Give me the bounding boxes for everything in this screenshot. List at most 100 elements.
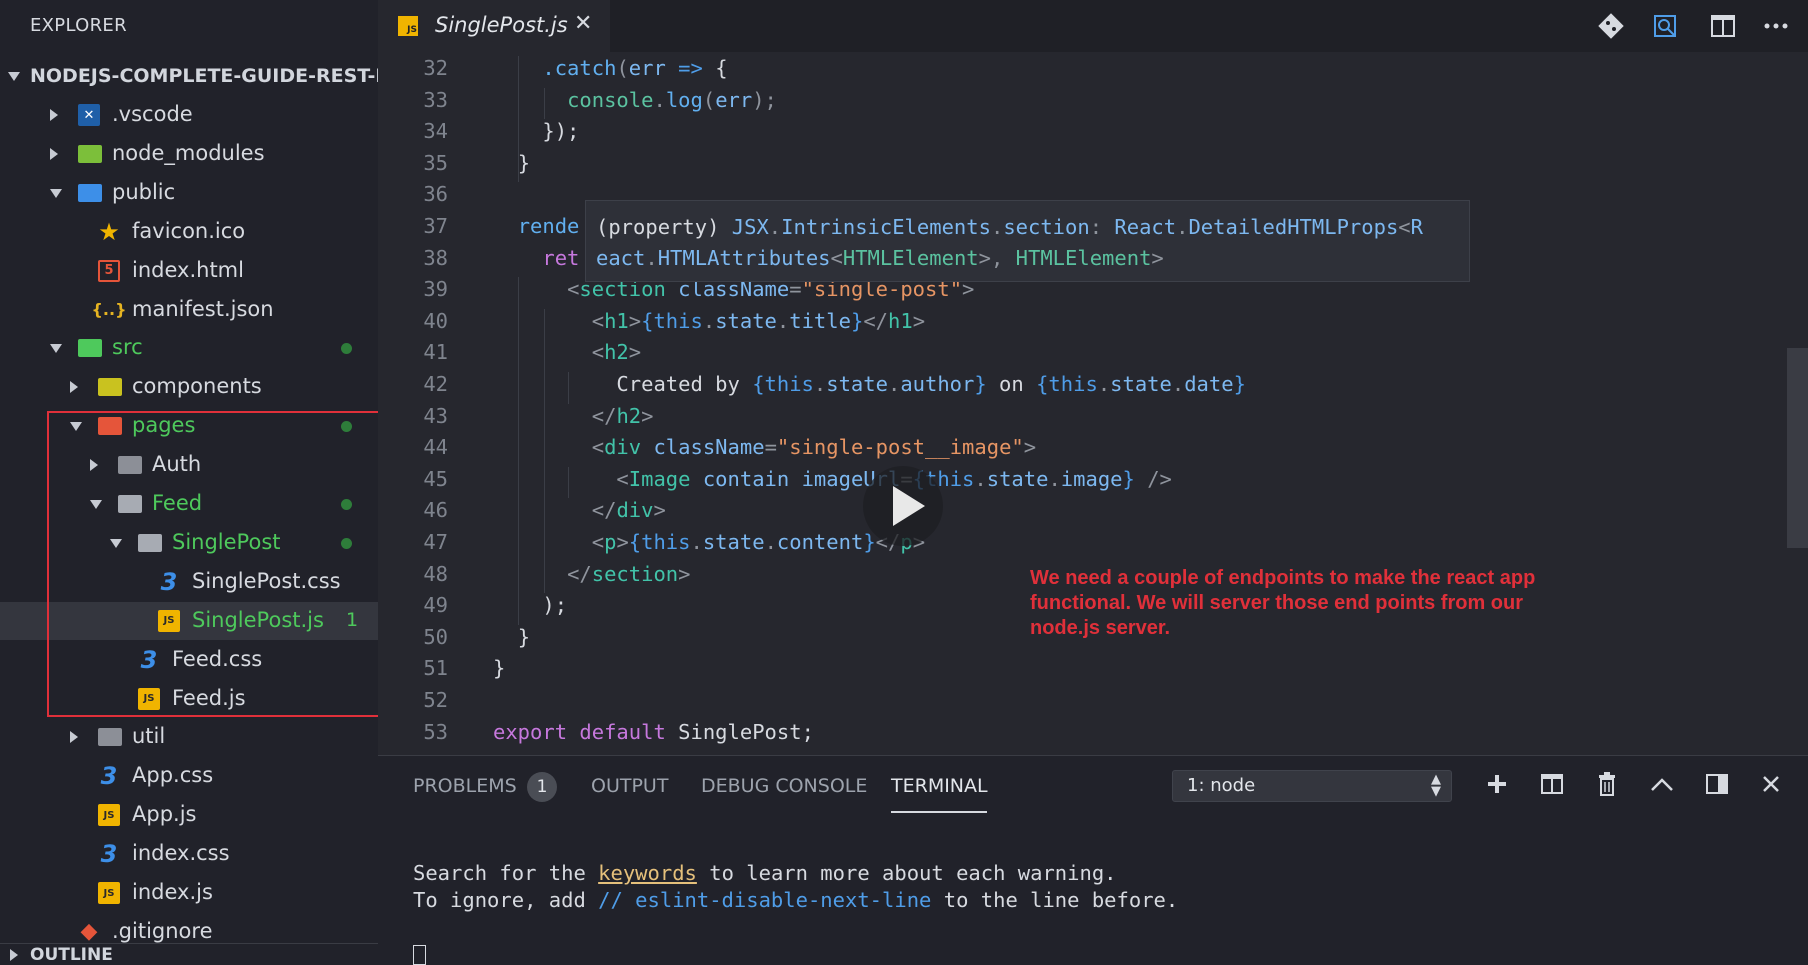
tree-item-label: components xyxy=(132,374,262,399)
trash-icon[interactable] xyxy=(1591,768,1623,800)
chevron-down-icon[interactable] xyxy=(70,422,82,432)
search-files-icon[interactable] xyxy=(1650,12,1680,40)
tree-item-index-html[interactable]: 5 index.html xyxy=(0,252,378,290)
tree-item-feed-css[interactable]: 3 Feed.css xyxy=(0,641,378,679)
code-text: <h1>{this.state.title}</h1> xyxy=(591,308,926,333)
css-file-icon: 3 xyxy=(160,567,178,596)
line-number: 39 xyxy=(423,277,448,302)
chevron-down-icon[interactable] xyxy=(50,188,62,198)
toggle-panel-position-icon[interactable] xyxy=(1701,768,1733,800)
editor-scrollbar[interactable] xyxy=(1787,348,1808,548)
tree-item-label: SinglePost.css xyxy=(192,568,341,593)
tab-singlepost-js[interactable]: JS SinglePost.js ✕ xyxy=(378,0,610,52)
chevron-right-icon[interactable] xyxy=(50,147,58,160)
tree-item-app-css[interactable]: 3 App.css xyxy=(0,757,378,795)
code-line[interactable]: 45 <Image contain imageUrl={this.state.i… xyxy=(378,467,1718,499)
play-icon xyxy=(893,486,925,526)
modified-dot xyxy=(341,343,352,355)
tab-output[interactable]: OUTPUT xyxy=(591,775,668,797)
chevron-right-icon[interactable] xyxy=(90,459,98,472)
code-line[interactable]: 40 <h1>{this.state.title}</h1> xyxy=(378,309,1718,341)
modified-dot xyxy=(341,421,352,433)
keywords-link[interactable]: keywords xyxy=(598,861,697,885)
terminal-output[interactable]: Search for the keywords to learn more ab… xyxy=(413,860,1178,914)
js-file-icon: JS xyxy=(158,609,180,632)
vscode-folder-icon: ✕ xyxy=(78,104,100,126)
chevron-down-icon[interactable] xyxy=(90,500,102,509)
terminal-text: To ignore, add xyxy=(413,888,599,912)
code-line[interactable]: 51} xyxy=(378,656,1718,688)
tree-item-vscode[interactable]: ✕ .vscode xyxy=(0,96,378,134)
code-line[interactable]: 52 xyxy=(378,688,1718,720)
line-number: 50 xyxy=(423,624,448,649)
line-number: 43 xyxy=(423,403,448,428)
tree-item-index-js[interactable]: JS index.js xyxy=(0,874,378,912)
terminal-select[interactable]: 1: node ▲ ▼ xyxy=(1172,770,1452,802)
tree-item-public[interactable]: public xyxy=(0,174,378,212)
tree-item-label: src xyxy=(112,335,143,360)
tree-item-pages[interactable]: pages xyxy=(0,407,378,445)
code-line[interactable]: 44 <div className="single-post__image"> xyxy=(378,435,1718,467)
tree-item-node-modules[interactable]: node_modules xyxy=(0,135,378,173)
tree-item-util[interactable]: util xyxy=(0,718,378,756)
tree-item-components[interactable]: components xyxy=(0,368,378,406)
code-text: } xyxy=(517,624,531,649)
line-number: 32 xyxy=(423,56,448,80)
code-line[interactable]: 34 }); xyxy=(378,119,1718,151)
chevron-right-icon[interactable] xyxy=(70,731,78,744)
tree-item-label: index.html xyxy=(132,257,244,282)
code-editor[interactable]: 32 .catch(err => {33 console.log(err); 34… xyxy=(378,52,1808,755)
tree-item-src[interactable]: src xyxy=(0,329,378,367)
tree-item-favicon-ico[interactable]: ★ favicon.ico xyxy=(0,213,378,251)
indent-guide xyxy=(568,466,569,499)
tree-item-singlepost-js[interactable]: JS SinglePost.js 1 xyxy=(0,601,378,640)
tree-item-feed[interactable]: Feed xyxy=(0,485,378,523)
tab-debug-console[interactable]: DEBUG CONSOLE xyxy=(701,775,867,797)
code-line[interactable]: 46 </div> xyxy=(378,498,1718,530)
line-number: 49 xyxy=(423,593,448,618)
tree-item-singlepost-css[interactable]: 3 SinglePost.css xyxy=(0,563,378,601)
split-terminal-icon[interactable] xyxy=(1536,768,1568,800)
code-line[interactable]: 53 export default SinglePost; xyxy=(378,720,1718,752)
git-compare-icon[interactable] xyxy=(1596,12,1626,40)
add-terminal-icon[interactable] xyxy=(1481,768,1513,800)
code-line[interactable]: 35 } xyxy=(378,151,1718,183)
chevron-right-icon[interactable] xyxy=(50,109,58,121)
line-number: 47 xyxy=(423,530,448,554)
maximize-panel-icon[interactable] xyxy=(1646,768,1678,800)
code-line[interactable]: 43 </h2> xyxy=(378,404,1718,436)
tree-item-feed-js[interactable]: JS Feed.js xyxy=(0,680,378,718)
explorer-title: EXPLORER xyxy=(30,15,127,36)
split-editor-icon[interactable] xyxy=(1708,12,1738,40)
close-panel-icon[interactable] xyxy=(1755,768,1787,800)
outline-label: OUTLINE xyxy=(30,945,113,965)
chevron-down-icon[interactable] xyxy=(50,344,62,354)
tree-item-label: manifest.json xyxy=(132,296,274,321)
tree-item-singlepost[interactable]: SinglePost xyxy=(0,524,378,562)
close-icon[interactable]: ✕ xyxy=(574,11,592,36)
indent-guide xyxy=(518,56,519,183)
code-line[interactable]: 32 .catch(err => { xyxy=(378,56,1718,88)
chevron-right-icon[interactable] xyxy=(70,381,78,394)
tree-item-label: Auth xyxy=(152,452,202,477)
tree-item-manifest-json[interactable]: {..} manifest.json xyxy=(0,291,378,329)
more-actions-icon[interactable] xyxy=(1761,12,1791,40)
hover-tooltip: (property) JSX.IntrinsicElements.section… xyxy=(585,200,1470,282)
bottom-panel: PROBLEMS 1 OUTPUT DEBUG CONSOLE TERMINAL… xyxy=(378,755,1808,965)
outline-section-header[interactable]: OUTLINE xyxy=(0,943,378,965)
code-line[interactable]: 47 <p>{this.state.content}</p> xyxy=(378,530,1718,562)
code-line[interactable]: 41 <h2> xyxy=(378,340,1718,372)
play-button[interactable] xyxy=(863,466,943,546)
tree-item-index-css[interactable]: 3 index.css xyxy=(0,835,378,873)
chevron-down-icon[interactable] xyxy=(110,538,122,548)
tab-problems[interactable]: PROBLEMS xyxy=(413,775,517,797)
line-number: 35 xyxy=(423,150,448,175)
project-root-header[interactable]: NODEJS-COMPLETE-GUIDE-REST-F... xyxy=(0,58,378,96)
tree-item-app-js[interactable]: JS App.js xyxy=(0,796,378,834)
folder-open-icon xyxy=(118,495,142,513)
code-line[interactable]: 42 Created by {this.state.author} on {th… xyxy=(378,372,1718,404)
code-line[interactable]: 33 console.log(err); xyxy=(378,88,1718,120)
tree-item-auth[interactable]: Auth xyxy=(0,446,378,484)
tab-terminal[interactable]: TERMINAL xyxy=(891,775,988,797)
tree-item-label: SinglePost.js xyxy=(192,607,324,632)
